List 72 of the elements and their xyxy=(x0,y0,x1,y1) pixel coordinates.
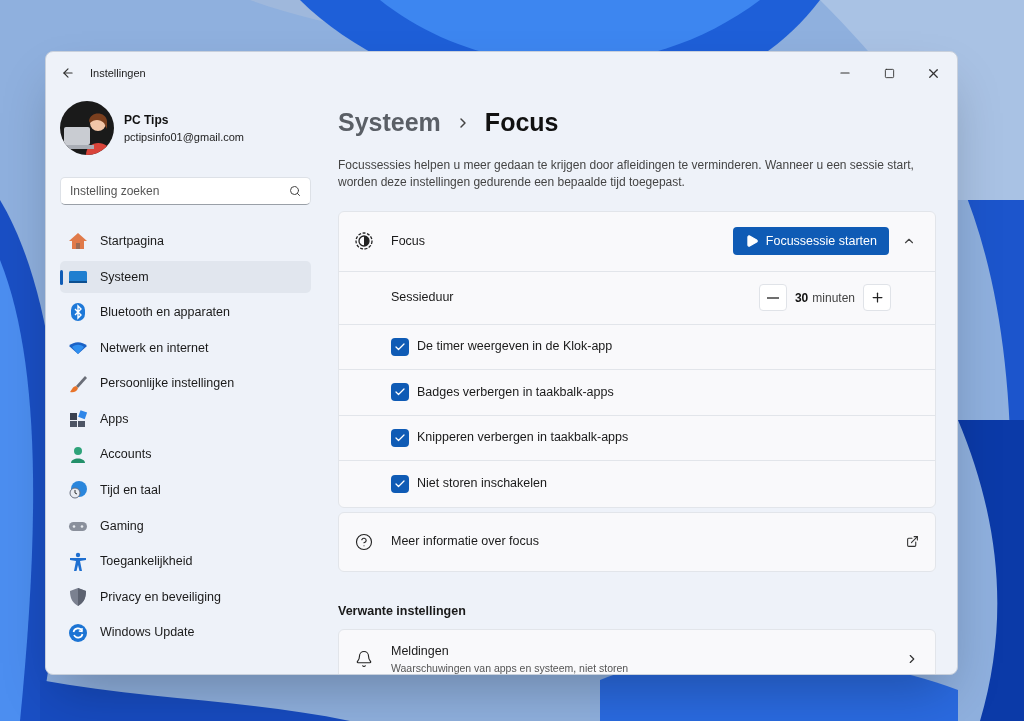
paintbrush-icon xyxy=(68,373,88,394)
user-name: PC Tips xyxy=(124,111,170,129)
accessibility-icon xyxy=(68,551,88,572)
maximize-icon xyxy=(883,67,895,79)
play-icon xyxy=(744,234,759,248)
related-subtitle: Waarschuwingen van apps en systeem, niet storen xyxy=(391,660,629,674)
apps-icon xyxy=(68,409,88,430)
sidebar-item[interactable]: Gaming xyxy=(60,509,311,543)
sidebar-item[interactable]: Netwerk en internet xyxy=(60,331,311,365)
sidebar-label: Startpagina xyxy=(100,232,164,250)
sidebar-label: Bluetooth en apparaten xyxy=(100,304,230,322)
sidebar-item[interactable]: Accounts xyxy=(60,438,311,472)
option-label: Niet storen inschakelen xyxy=(417,475,547,493)
checkbox[interactable] xyxy=(391,428,409,447)
related-title: Meldingen xyxy=(391,643,450,660)
avatar xyxy=(60,101,114,155)
duration-unit: minuten xyxy=(812,289,855,307)
window-title: Instellingen xyxy=(90,65,146,81)
sidebar-label: Gaming xyxy=(100,517,144,535)
sidebar-label: Tijd en taal xyxy=(100,482,161,500)
person-icon xyxy=(68,444,88,465)
focus-icon xyxy=(355,232,373,250)
duration-label: Sessieduur xyxy=(391,289,454,307)
sidebar-item[interactable]: Toegankelijkheid xyxy=(60,545,311,578)
info-link-label: Meer informatie over focus xyxy=(391,533,539,551)
sidebar-label: Windows Update xyxy=(100,624,195,642)
sidebar-label: Toegankelijkheid xyxy=(100,553,193,571)
sidebar-item[interactable]: Systeem xyxy=(60,260,311,294)
page-title: Focus xyxy=(484,107,559,138)
user-email: pctipsinfo01@gmail.com xyxy=(124,129,244,145)
sidebar-label: Apps xyxy=(100,410,129,428)
globe-clock-icon xyxy=(68,480,88,501)
sidebar-label: Accounts xyxy=(100,446,152,464)
house-icon xyxy=(68,231,88,252)
sidebar-label: Persoonlijke instellingen xyxy=(100,375,235,393)
related-setting-row[interactable]: Meldingen Waarschuwingen van apps en systeem, niet storen xyxy=(338,629,936,674)
option-label: De timer weergeven in de Klok-app xyxy=(417,338,613,356)
option-label: Badges verbergen in taakbalk-apps xyxy=(417,383,614,401)
sidebar-item[interactable]: Startpagina xyxy=(60,225,311,258)
sidebar-item[interactable]: Persoonlijke instellingen xyxy=(60,367,311,400)
sidebar-label: Privacy en beveiliging xyxy=(100,588,221,606)
bluetooth-icon xyxy=(68,302,88,323)
sidebar-item[interactable]: Windows Update xyxy=(60,616,311,650)
page-description: Focussessies helpen u meer gedaan te krijgen door afleidingen te verminderen. Wanneer u een sessie start, worden deze instellingen gedurende een bepaalde tijd toegepast. xyxy=(338,156,915,191)
search-icon xyxy=(289,185,301,197)
duration-value: 30 xyxy=(794,289,809,307)
sidebar-item[interactable]: Privacy en beveiliging xyxy=(60,580,311,614)
selection-indicator xyxy=(60,269,63,285)
start-focus-button[interactable]: Focussessie starten xyxy=(732,227,889,255)
focus-title: Focus xyxy=(391,232,426,250)
minus-icon xyxy=(766,296,779,299)
section-heading: Verwante instellingen xyxy=(338,602,467,620)
sidebar-item[interactable]: Tijd en taal xyxy=(60,474,311,507)
breadcrumb-parent[interactable]: Systeem xyxy=(338,104,441,142)
search-field[interactable]: Instelling zoeken xyxy=(60,177,311,205)
checkbox[interactable] xyxy=(391,337,409,356)
sidebar-item[interactable]: Bluetooth en apparaten xyxy=(60,296,311,329)
info-link-row[interactable]: Meer informatie over focus xyxy=(338,511,936,572)
external-link-icon xyxy=(906,535,919,548)
update-icon xyxy=(68,622,88,643)
checkbox[interactable] xyxy=(391,474,409,493)
sidebar-item[interactable]: Apps xyxy=(60,402,311,436)
shield-icon xyxy=(68,587,88,608)
option-label: Knipperen verbergen in taakbalk-apps xyxy=(417,429,629,447)
plus-icon xyxy=(869,290,885,305)
sidebar-label: Netwerk en internet xyxy=(100,339,209,357)
decrease-button[interactable] xyxy=(758,284,787,311)
sidebar-label: Systeem xyxy=(100,268,149,286)
bell-icon xyxy=(355,650,373,669)
help-icon xyxy=(355,532,373,551)
checkbox[interactable] xyxy=(391,383,409,402)
increase-button[interactable] xyxy=(863,284,891,311)
